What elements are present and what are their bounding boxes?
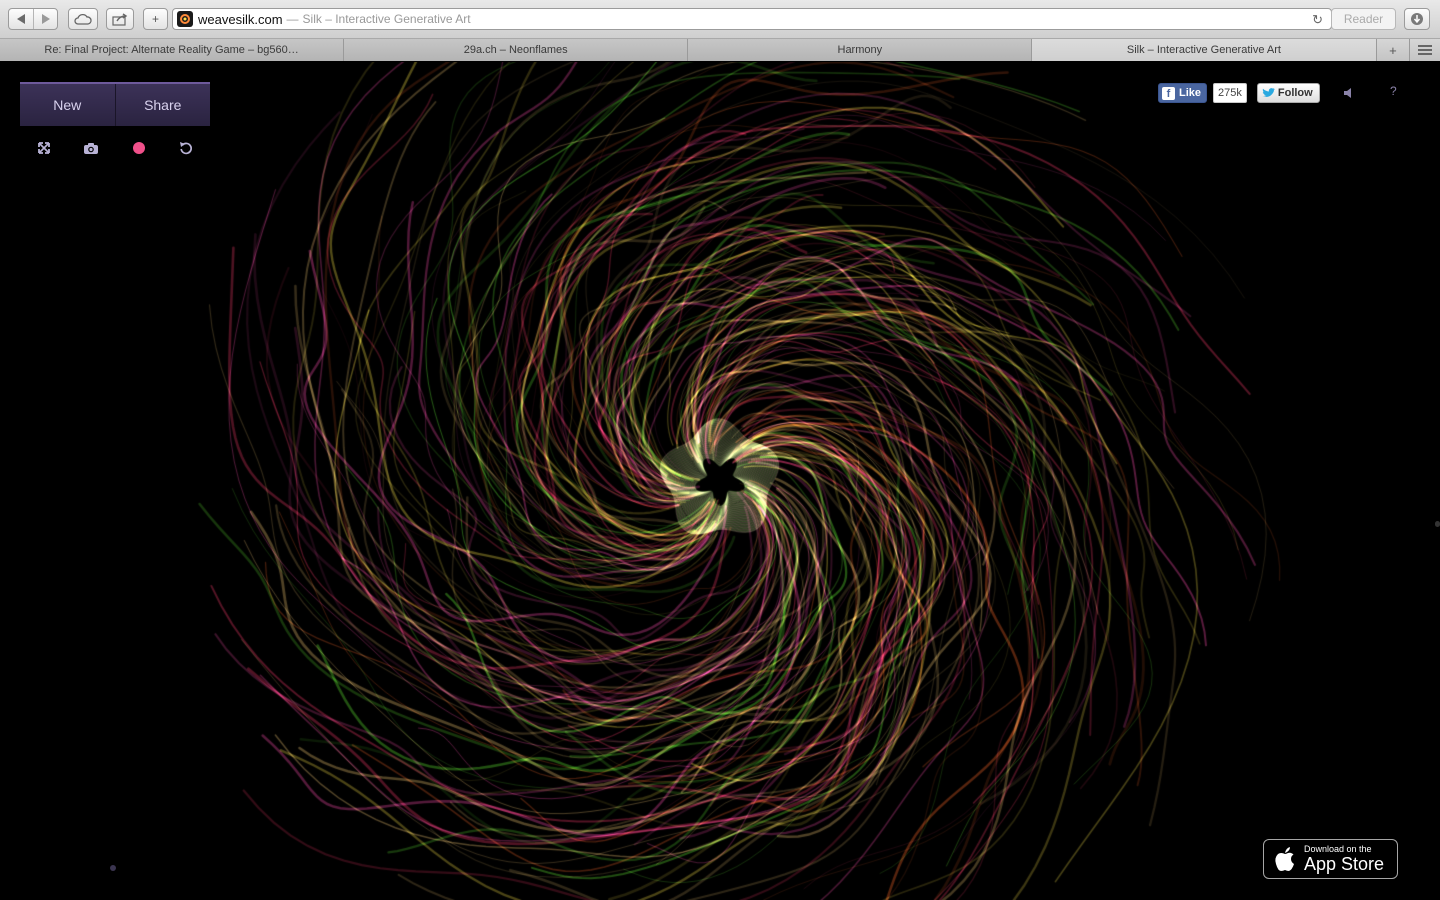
twitter-follow-button[interactable]: Follow <box>1256 83 1320 103</box>
forward-arrow-icon <box>42 14 50 24</box>
follow-label: Follow <box>1277 87 1313 99</box>
like-label: Like <box>1179 87 1202 99</box>
silk-favicon-icon <box>177 11 193 27</box>
forward-button[interactable] <box>33 9 57 29</box>
share-button[interactable]: Share <box>114 84 210 126</box>
reader-button[interactable]: Reader <box>1331 8 1396 30</box>
new-tab-toolbar-button[interactable]: + <box>143 8 168 30</box>
app-store-text: Download on the App Store <box>1304 844 1384 874</box>
tool-icon-row <box>20 140 210 156</box>
scroll-indicator <box>1435 521 1440 527</box>
silk-drawing-canvas[interactable] <box>0 62 1440 900</box>
reload-icon[interactable]: ↻ <box>1312 12 1323 28</box>
plus-icon: + <box>1389 42 1397 58</box>
back-forward-buttons <box>8 8 58 30</box>
apple-icon <box>1275 847 1294 871</box>
address-bar[interactable]: weavesilk.com — Silk – Interactive Gener… <box>172 8 1332 30</box>
camera-icon[interactable] <box>82 140 100 156</box>
twitter-bird-icon <box>1261 88 1275 97</box>
tab-final-project[interactable]: Re: Final Project: Alternate Reality Gam… <box>0 39 345 61</box>
silk-page: New Share f Like 275k Follow ? Download … <box>0 62 1440 900</box>
browser-toolbar: + weavesilk.com — Silk – Interactive Gen… <box>0 0 1440 39</box>
speaker-icon <box>1344 88 1351 98</box>
social-buttons: f Like 275k Follow <box>1158 82 1320 104</box>
main-button-row: New Share <box>20 82 210 126</box>
like-count: 275k <box>1213 83 1247 103</box>
tab-overview-icon <box>1418 45 1433 55</box>
page-indicator-dot <box>110 865 116 871</box>
app-store-small-text: Download on the <box>1304 844 1372 854</box>
tab-overview-button[interactable] <box>1410 39 1440 61</box>
fullscreen-icon[interactable] <box>35 140 53 156</box>
help-button[interactable]: ? <box>1390 84 1397 98</box>
app-store-badge[interactable]: Download on the App Store <box>1263 839 1398 879</box>
back-button[interactable] <box>9 9 33 29</box>
tab-bar: Re: Final Project: Alternate Reality Gam… <box>0 39 1440 61</box>
url-separator: — <box>286 12 299 26</box>
plus-icon: + <box>151 12 159 26</box>
back-arrow-icon <box>16 14 25 24</box>
downloads-button[interactable] <box>1404 8 1430 30</box>
new-tab-button[interactable]: + <box>1376 39 1411 61</box>
url-domain: weavesilk.com <box>198 11 283 27</box>
url-page-title: Silk – Interactive Generative Art <box>302 12 471 26</box>
cloud-icon <box>74 13 92 25</box>
facebook-icon: f <box>1162 86 1175 100</box>
new-button[interactable]: New <box>20 84 115 126</box>
share-page-button[interactable] <box>106 8 134 30</box>
tab-silk[interactable]: Silk – Interactive Generative Art <box>1032 39 1377 61</box>
share-arrow-icon <box>112 12 128 26</box>
undo-icon[interactable] <box>177 140 195 156</box>
app-store-big-text: App Store <box>1304 854 1385 874</box>
download-icon <box>1411 13 1423 25</box>
silk-controls: New Share <box>20 82 210 156</box>
tab-harmony[interactable]: Harmony <box>688 39 1033 61</box>
icloud-tabs-button[interactable] <box>68 8 98 30</box>
color-dot-icon[interactable] <box>130 140 148 156</box>
facebook-like-button[interactable]: f Like <box>1158 83 1208 103</box>
sound-toggle-button[interactable] <box>1342 86 1358 100</box>
tab-neonflames[interactable]: 29a.ch – Neonflames <box>344 39 689 61</box>
